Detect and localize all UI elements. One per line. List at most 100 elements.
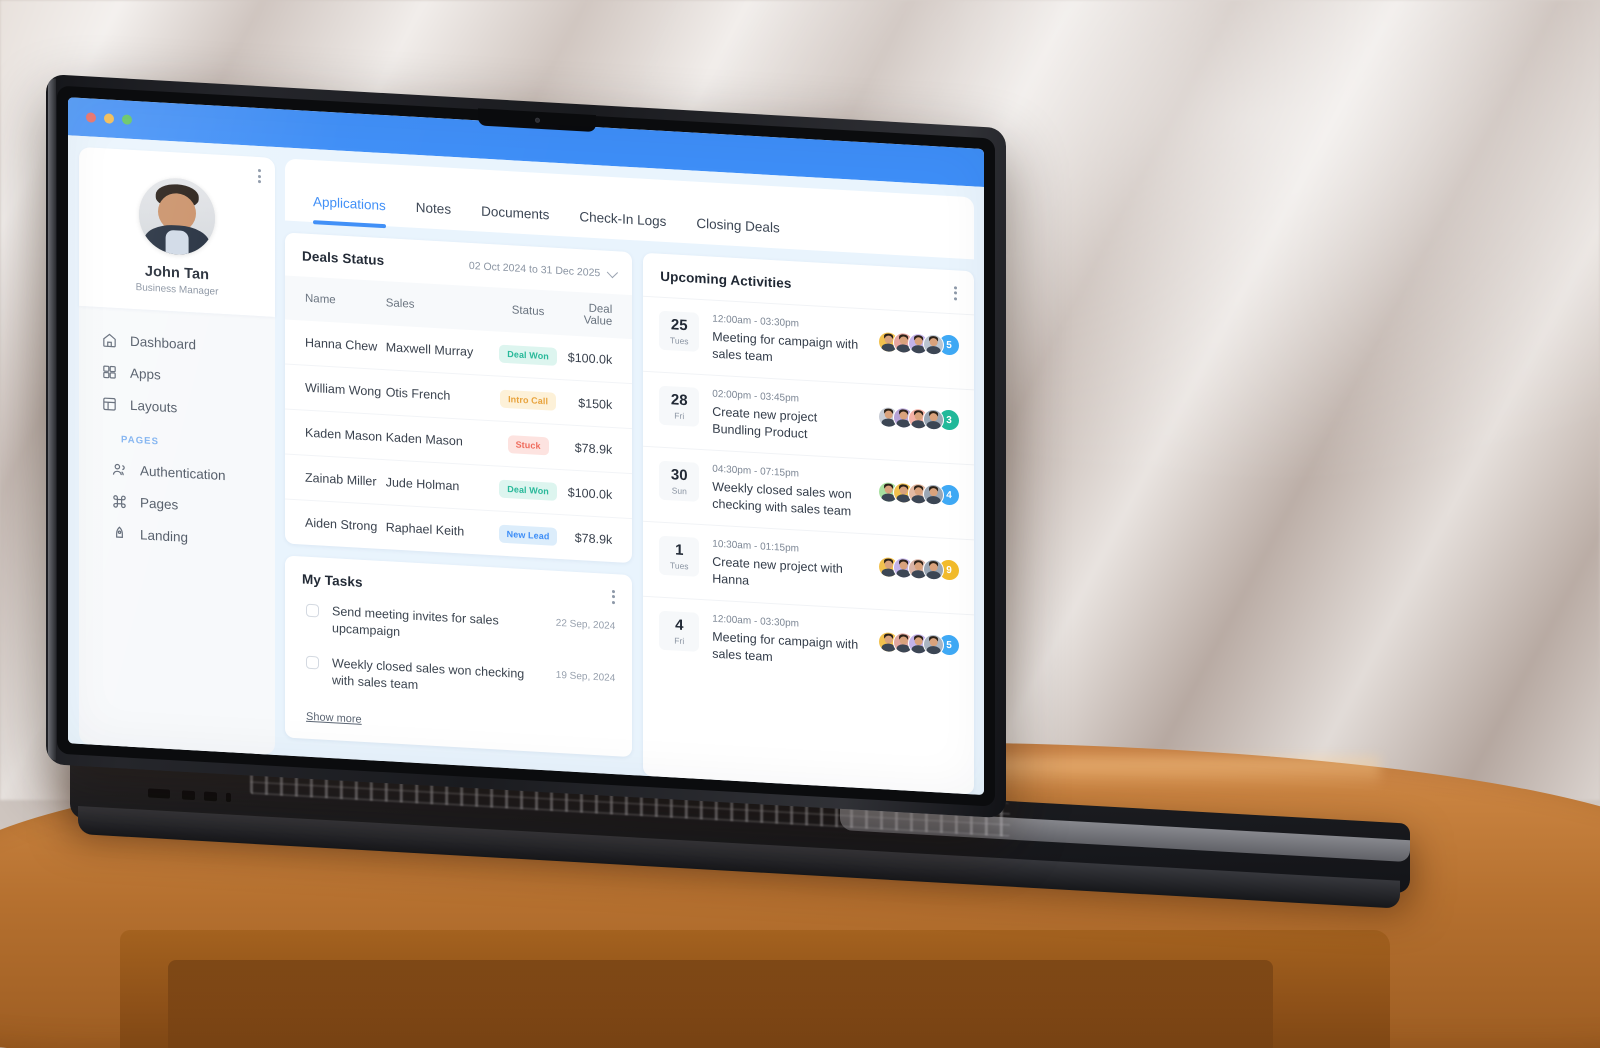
- sidebar-item-label: Dashboard: [130, 333, 197, 352]
- activity-body: 02:00pm - 03:45pm Create new project Bund…: [712, 389, 865, 446]
- cell-status: New Lead: [490, 511, 566, 560]
- layout-icon: [103, 397, 116, 411]
- my-tasks-title: My Tasks: [302, 571, 363, 590]
- cell-name: William Wong: [285, 364, 386, 415]
- cell-deal-value: $100.0k: [566, 335, 633, 384]
- activity-weekday: Sun: [671, 485, 687, 497]
- activity-day: 30: [670, 466, 688, 485]
- task-checkbox[interactable]: [306, 603, 319, 618]
- status-badge: Deal Won: [499, 479, 557, 501]
- activity-title: Weekly closed sales won checking with sa…: [712, 479, 852, 518]
- activity-day: 25: [670, 316, 688, 335]
- column-header-sales: Sales: [385, 281, 490, 332]
- activities-list: 25 Tues 12:00am - 03:30pm Meeting for campa…: [643, 295, 974, 690]
- avatar: [923, 408, 944, 431]
- my-tasks-card: My Tasks Send meeting invites for sales …: [285, 555, 633, 757]
- activity-date: 4 Fri: [659, 610, 700, 652]
- cell-sales: Jude Holman: [385, 459, 490, 511]
- status-badge: Stuck: [507, 435, 549, 456]
- column-header-name: Name: [285, 275, 386, 326]
- sidebar-nav: Dashboard Apps Layouts PAGES Authenticat…: [79, 305, 275, 755]
- command-icon: [113, 494, 126, 508]
- task-label: Weekly closed sales won checking with sa…: [332, 655, 525, 692]
- cell-sales: Kaden Mason: [385, 414, 490, 466]
- avatar: [923, 483, 944, 506]
- right-column: Upcoming Activities 25 Tues 12:00am - 03:3…: [643, 252, 974, 795]
- main-area: Applications Notes Documents Check-In Lo…: [285, 158, 974, 795]
- attendee-avatar-stack[interactable]: 9: [878, 548, 960, 582]
- deals-table: Name Sales Status Deal Value Hanna Chew M…: [285, 275, 633, 564]
- column-header-deal-value: Deal Value: [566, 291, 633, 340]
- sidebar-item-label: Pages: [140, 494, 179, 512]
- activity-weekday: Tues: [669, 335, 689, 347]
- task-label: Send meeting invites for sales upcampaig…: [332, 604, 499, 639]
- tasks-kebab-menu-icon[interactable]: [612, 589, 616, 604]
- activity-body: 12:00am - 03:30pm Meeting for campaign wi…: [712, 314, 865, 371]
- screen: John Tan Business Manager Dashboard Apps…: [68, 97, 984, 795]
- profile-kebab-menu-icon[interactable]: [258, 168, 261, 184]
- sidebar-item-label: Apps: [130, 365, 161, 382]
- activity-weekday: Tues: [669, 560, 689, 572]
- sidebar: John Tan Business Manager Dashboard Apps…: [79, 146, 275, 755]
- grid-icon: [103, 365, 116, 379]
- cell-deal-value: $100.0k: [566, 469, 633, 519]
- upcoming-activities-title: Upcoming Activities: [660, 268, 792, 292]
- home-icon: [103, 333, 116, 347]
- cell-status: Stuck: [489, 420, 567, 470]
- activity-body: 04:30pm - 07:15pm Weekly closed sales won…: [712, 464, 865, 521]
- profile-card: John Tan Business Manager: [79, 146, 275, 317]
- task-date: 22 Sep, 2024: [555, 617, 616, 633]
- camera-icon: [535, 117, 540, 123]
- laptop: John Tan Business Manager Dashboard Apps…: [0, 0, 1600, 1048]
- activity-title: Create new project Bundling Product: [712, 404, 818, 441]
- task-date: 19 Sep, 2024: [555, 669, 616, 684]
- cell-deal-value: $150k: [566, 379, 633, 429]
- activity-title: Meeting for campaign with sales team: [712, 329, 859, 364]
- cell-sales: Otis French: [385, 369, 490, 421]
- my-tasks-list: Send meeting invites for sales upcampaig…: [285, 592, 632, 715]
- attendee-avatar-stack[interactable]: 4: [878, 473, 960, 507]
- avatar: [923, 558, 944, 581]
- sidebar-item-label: Authentication: [140, 462, 226, 483]
- tab-closing-deals[interactable]: Closing Deals: [696, 216, 779, 249]
- cell-status: Deal Won: [489, 465, 567, 515]
- deals-status-card: Deals Status 02 Oct 2024 to 31 Dec 2025: [285, 232, 633, 564]
- avatar: [923, 333, 944, 356]
- activity-day: 1: [675, 541, 684, 560]
- tab-notes[interactable]: Notes: [416, 200, 451, 230]
- tab-check-in-logs[interactable]: Check-In Logs: [579, 209, 666, 242]
- activity-weekday: Fri: [674, 635, 685, 647]
- tab-applications[interactable]: Applications: [313, 194, 386, 226]
- attendee-avatar-stack[interactable]: 3: [878, 398, 960, 432]
- chevron-down-icon: [607, 266, 619, 278]
- attendee-avatar-stack[interactable]: 5: [878, 623, 960, 657]
- activity-date: 30 Sun: [659, 460, 700, 502]
- activity-day: 4: [675, 616, 684, 635]
- activity-title: Meeting for campaign with sales team: [712, 629, 859, 664]
- minimize-button[interactable]: [104, 113, 114, 124]
- cell-deal-value: $78.9k: [566, 424, 633, 474]
- activity-date: 28 Fri: [659, 385, 700, 427]
- maximize-button[interactable]: [122, 114, 132, 125]
- date-range-picker[interactable]: 02 Oct 2024 to 31 Dec 2025: [468, 259, 619, 279]
- cell-name: Hanna Chew: [285, 319, 386, 370]
- deals-status-title: Deals Status: [302, 248, 385, 269]
- close-button[interactable]: [86, 112, 96, 123]
- activities-kebab-menu-icon[interactable]: [954, 285, 957, 300]
- task-checkbox[interactable]: [306, 655, 319, 670]
- dashboard-content: Deals Status 02 Oct 2024 to 31 Dec 2025: [285, 221, 974, 795]
- sidebar-item-label: Layouts: [130, 397, 178, 415]
- activity-date: 1 Tues: [659, 535, 700, 577]
- attendee-avatar-stack[interactable]: 5: [878, 323, 960, 357]
- column-header-status: Status: [489, 287, 567, 336]
- deals-table-body: Hanna Chew Maxwell Murray Deal Won $100.0k W…: [285, 319, 633, 564]
- activity-body: 10:30am - 01:15pm Create new project with…: [712, 539, 865, 596]
- show-more-link[interactable]: Show more: [285, 695, 362, 741]
- sidebar-item-label: Landing: [140, 526, 189, 545]
- tab-documents[interactable]: Documents: [481, 204, 549, 236]
- date-range-label: 02 Oct 2024 to 31 Dec 2025: [468, 259, 601, 279]
- rocket-icon: [116, 525, 123, 538]
- avatar[interactable]: [139, 176, 215, 257]
- cell-name: Aiden Strong: [305, 515, 378, 534]
- status-badge: New Lead: [498, 524, 558, 546]
